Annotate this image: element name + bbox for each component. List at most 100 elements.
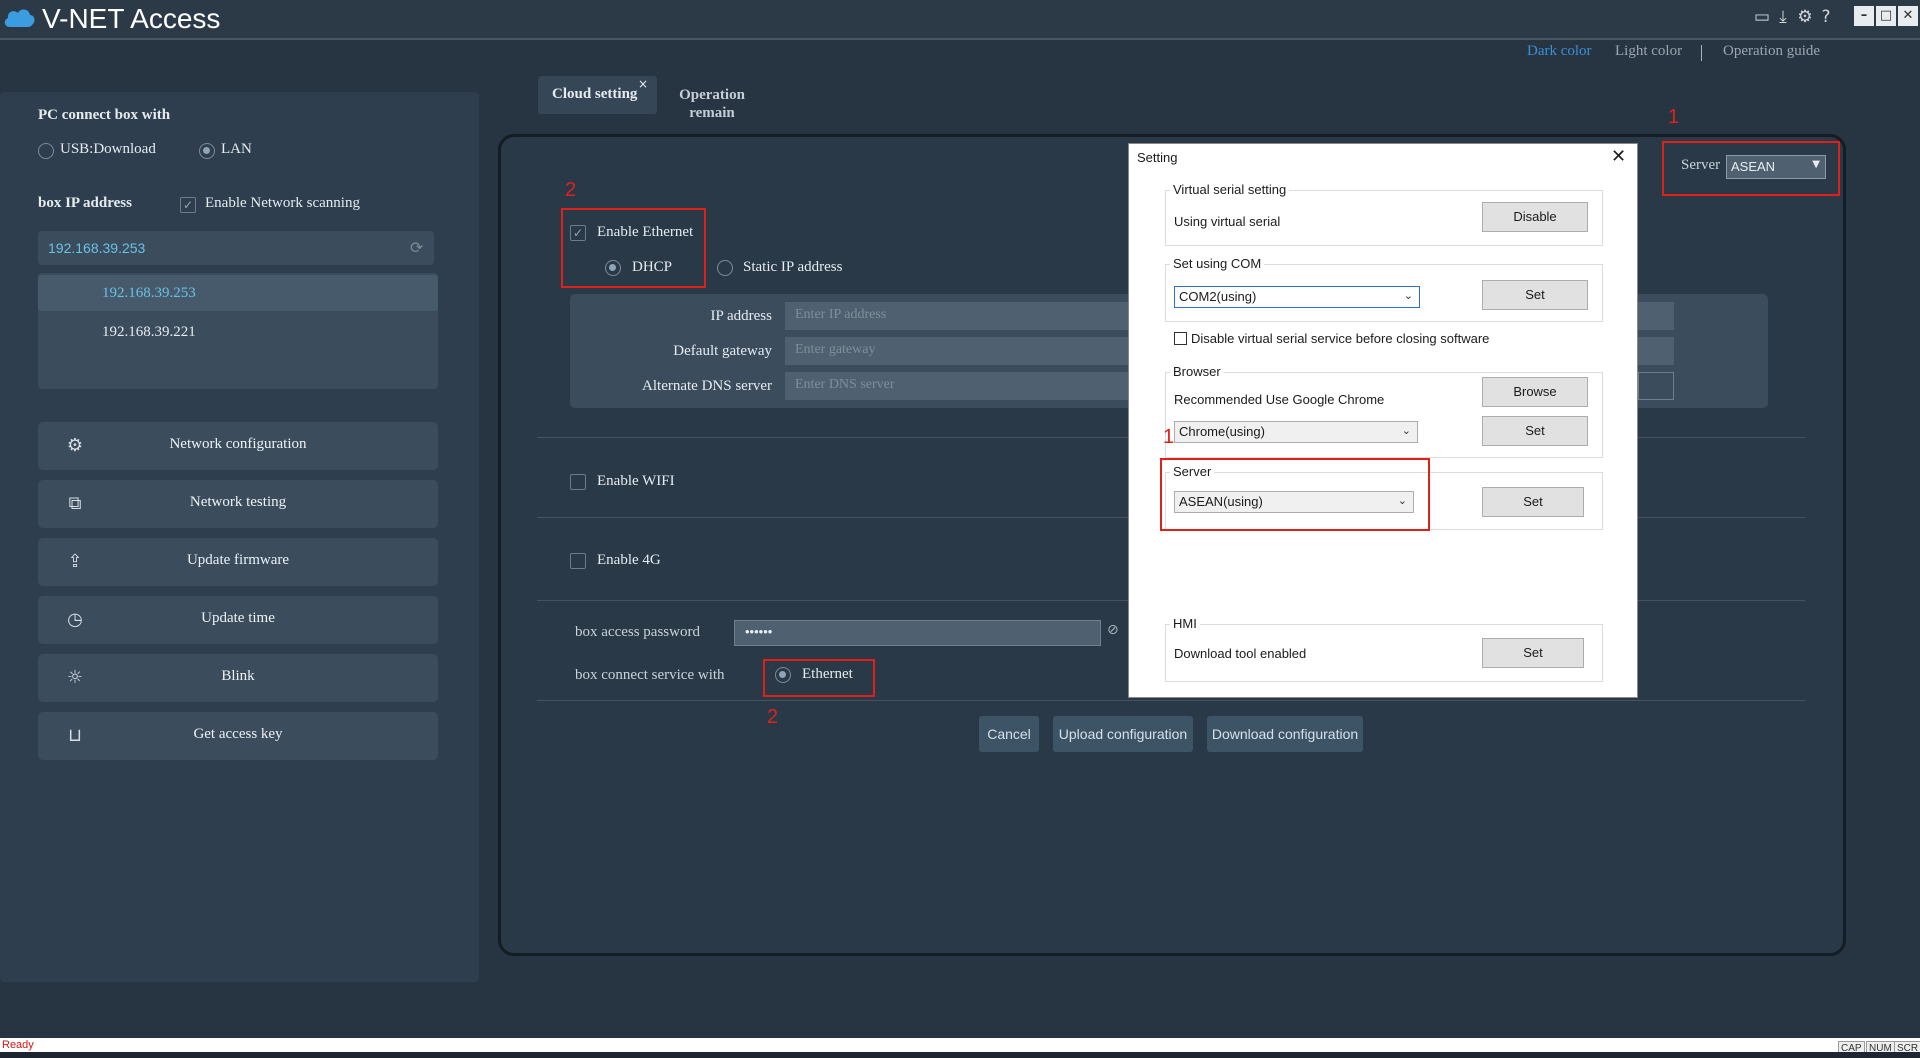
browse-button[interactable]: Browse (1482, 377, 1588, 407)
gear-icon[interactable]: ⚙ (1795, 7, 1815, 27)
upload-configuration-button[interactable]: Upload configuration (1053, 716, 1193, 752)
app-title: V-NET Access (42, 3, 221, 34)
cloud-logo-icon (4, 9, 35, 27)
virtual-serial-group-title: Virtual serial setting (1170, 182, 1290, 197)
gateway-field[interactable]: Enter gateway (785, 337, 1128, 365)
annotation-number: 1 (1163, 426, 1175, 448)
browser-group-title: Browser (1170, 364, 1224, 379)
left-panel (0, 92, 479, 982)
update-time-button[interactable]: ◷ Update time (38, 596, 438, 644)
static-ip-radio[interactable] (717, 260, 733, 276)
get-access-key-button[interactable]: ⊔ Get access key (38, 712, 438, 760)
tab-close-icon[interactable]: × (638, 77, 648, 91)
set-com-button[interactable]: Set (1482, 280, 1588, 310)
nav-label: Update time (201, 610, 275, 626)
light-color-link[interactable]: Light color (1615, 43, 1682, 60)
connect-title: PC connect box with (38, 107, 171, 123)
taskbar (0, 1052, 1920, 1058)
chevron-down-icon: ⌄ (1401, 424, 1411, 437)
annotation-number: 2 (767, 706, 779, 728)
divider (1701, 45, 1702, 61)
lan-radio[interactable] (199, 143, 215, 159)
set-server-button[interactable]: Set (1482, 487, 1584, 517)
hmi-group-title: HMI (1170, 616, 1200, 631)
usb-label: USB:Download (60, 141, 156, 157)
annotation-box (763, 659, 875, 697)
annotation-box (561, 208, 706, 288)
minimize-icon[interactable]: – (1854, 6, 1874, 26)
help-icon[interactable]: ? (1816, 7, 1836, 27)
set-browser-button[interactable]: Set (1482, 416, 1588, 446)
update-firmware-button[interactable]: ⇪ Update firmware (38, 538, 438, 586)
tab-operation-line2: remain (689, 105, 735, 121)
nav-label: Network testing (189, 494, 287, 510)
enable-4g-checkbox[interactable] (570, 553, 586, 569)
nav-label: Get access key (193, 726, 283, 742)
setting-dialog: Setting ✕ Virtual serial setting Using v… (1128, 143, 1638, 698)
dns-field-end[interactable] (1638, 372, 1674, 400)
ip-address-field[interactable]: Enter IP address (785, 302, 1128, 330)
network-testing-button[interactable]: ⧉ Network testing (38, 480, 438, 528)
divider (537, 700, 1805, 701)
usb-radio[interactable] (38, 143, 54, 159)
password-label: box access password (575, 624, 700, 640)
annotation-box (1160, 458, 1430, 531)
dns-field[interactable]: Enter DNS server (785, 372, 1128, 400)
download-configuration-button[interactable]: Download configuration (1207, 716, 1363, 752)
nav-label: Network configuration (169, 436, 307, 452)
list-item[interactable]: 192.168.39.253 (38, 275, 438, 311)
cancel-button[interactable]: Cancel (979, 716, 1039, 752)
com-select[interactable]: COM2(using) ⌄ (1174, 286, 1420, 308)
tab-operation-line1: Operation (679, 87, 745, 103)
hmi-text: Download tool enabled (1174, 646, 1307, 661)
annotation-number: 2 (565, 179, 577, 201)
close-icon[interactable]: ✕ (1611, 146, 1626, 167)
operation-guide-link[interactable]: Operation guide (1723, 43, 1820, 60)
eye-slash-icon[interactable]: ⊘ (1107, 622, 1119, 638)
maximize-icon[interactable]: □ (1876, 6, 1896, 26)
network-scan-checkbox[interactable]: ✓ (180, 197, 196, 213)
download-icon[interactable]: ⤓ (1773, 7, 1793, 27)
browser-select-value: Chrome(using) (1179, 424, 1265, 439)
monitor-icon[interactable]: ▭ (1752, 7, 1772, 27)
gateway-label: Default gateway (673, 343, 772, 359)
com-select-value: COM2(using) (1179, 289, 1257, 304)
network-configuration-button[interactable]: ⚙ Network configuration (38, 422, 438, 470)
dns-label: Alternate DNS server (642, 378, 772, 394)
enable-wifi-checkbox[interactable] (570, 474, 586, 490)
enable-wifi-label: Enable WIFI (597, 473, 675, 489)
com-group-title: Set using COM (1170, 256, 1265, 271)
disable-button[interactable]: Disable (1482, 202, 1588, 232)
dialog-title: Setting (1137, 150, 1178, 165)
close-icon[interactable]: ✕ (1898, 6, 1918, 26)
title-bar (0, 0, 1920, 40)
disable-service-label: Disable virtual serial service before cl… (1191, 331, 1490, 346)
ip-address-field-end[interactable] (1638, 302, 1674, 330)
blink-button[interactable]: ☼ Blink (38, 654, 438, 702)
box-ip-label: box IP address (38, 195, 132, 211)
static-ip-label: Static IP address (743, 259, 843, 275)
password-input[interactable]: •••••• (734, 620, 1101, 646)
status-text: Ready (2, 1039, 34, 1051)
gateway-field-end[interactable] (1638, 337, 1674, 365)
annotation-box (1662, 141, 1840, 196)
list-item[interactable]: 192.168.39.221 (38, 314, 438, 350)
enable-4g-label: Enable 4G (597, 552, 661, 568)
tab-operation-remain[interactable]: Operation remain (672, 86, 752, 122)
virtual-serial-text: Using virtual serial (1174, 214, 1281, 229)
refresh-icon[interactable]: ⟳ (410, 238, 423, 257)
nav-label: Update firmware (186, 552, 290, 568)
annotation-number: 1 (1668, 106, 1680, 128)
lan-label: LAN (221, 141, 252, 157)
ip-address-input[interactable]: 192.168.39.253 (38, 231, 434, 265)
network-scan-label: Enable Network scanning (205, 195, 360, 211)
tab-cloud-setting-label: Cloud setting (552, 86, 638, 102)
dark-color-link[interactable]: Dark color (1527, 43, 1592, 60)
browser-text: Recommended Use Google Chrome (1174, 392, 1385, 407)
chevron-down-icon: ⌄ (1403, 289, 1413, 302)
disable-service-checkbox[interactable] (1174, 332, 1187, 345)
browser-select[interactable]: Chrome(using) ⌄ (1174, 421, 1418, 443)
ip-address-label: IP address (710, 308, 772, 324)
set-hmi-button[interactable]: Set (1482, 638, 1584, 668)
ip-list: 192.168.39.253 192.168.39.221 (38, 273, 438, 389)
